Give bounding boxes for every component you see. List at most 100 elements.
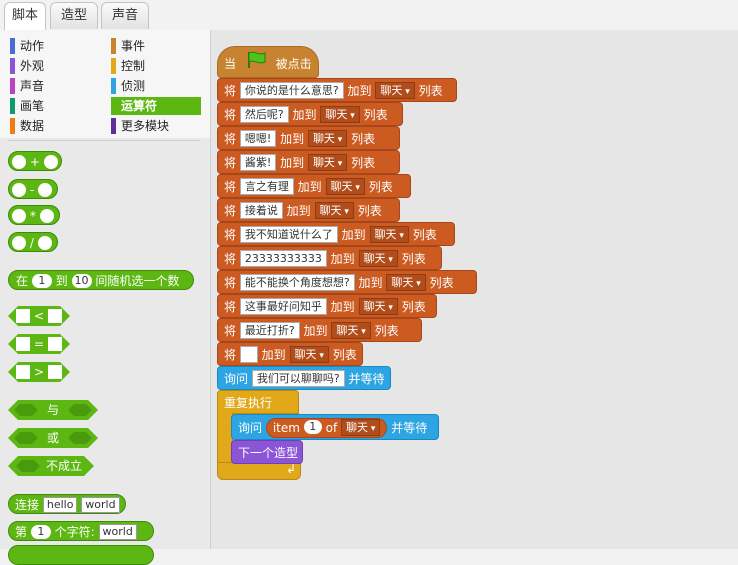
divide-block[interactable]: / bbox=[8, 232, 58, 252]
add-to-list-block[interactable]: 将 最近打折? 加到 聊天 列表 bbox=[217, 318, 422, 342]
list-dropdown[interactable]: 聊天 bbox=[325, 178, 365, 195]
tab-sounds[interactable]: 声音 bbox=[101, 2, 149, 29]
category-looks[interactable]: 外观 bbox=[10, 57, 90, 75]
less-than-block[interactable]: < bbox=[8, 306, 70, 326]
greater-than-block[interactable]: > bbox=[8, 362, 70, 382]
set-label: 将 bbox=[224, 132, 237, 146]
list-dropdown[interactable]: 聊天 bbox=[307, 154, 348, 171]
category-sensing[interactable]: 侦测 bbox=[111, 77, 201, 95]
list-label: 列表 bbox=[429, 276, 454, 290]
add-to-list-block[interactable]: 将 言之有理 加到 聊天 列表 bbox=[217, 174, 411, 198]
add-to-list-block[interactable]: 将 嗯嗯! 加到 聊天 列表 bbox=[217, 126, 400, 150]
forever-block[interactable]: 重复执行 bbox=[217, 390, 299, 414]
list-label: 列表 bbox=[401, 300, 426, 314]
item-text-input[interactable]: 接着说 bbox=[239, 202, 283, 219]
category-sound[interactable]: 声音 bbox=[10, 77, 90, 95]
editor-tabs: 脚本 造型 声音 bbox=[0, 0, 738, 31]
list-label: 列表 bbox=[368, 180, 393, 194]
or-block[interactable]: 或 bbox=[8, 428, 98, 448]
add-label: 加到 bbox=[358, 276, 383, 290]
and-block[interactable]: 与 bbox=[8, 400, 98, 420]
scripts-area[interactable]: 当 被点击 将 你说的是什么意思? 加到 聊天 列表将 然后呢? 加到 聊天 列… bbox=[211, 30, 738, 549]
set-label: 将 bbox=[224, 204, 237, 218]
category-more-blocks[interactable]: 更多模块 bbox=[111, 117, 201, 135]
list-label: 列表 bbox=[401, 252, 426, 266]
item-of-list-reporter[interactable]: item 1 of 聊天 bbox=[265, 417, 388, 438]
add-label: 加到 bbox=[261, 348, 286, 362]
set-label: 将 bbox=[224, 180, 237, 194]
set-label: 将 bbox=[224, 108, 237, 122]
add-to-list-block[interactable]: 将 我不知道说什么了 加到 聊天 列表 bbox=[217, 222, 455, 246]
join-block[interactable]: 连接 hello world bbox=[8, 494, 126, 514]
tab-scripts[interactable]: 脚本 bbox=[4, 2, 46, 31]
item-text-input[interactable]: 能不能换个角度想想? bbox=[239, 274, 355, 291]
add-to-list-block[interactable]: 将 23333333333 加到 聊天 列表 bbox=[217, 246, 442, 270]
item-text-input[interactable]: 最近打折? bbox=[239, 322, 300, 339]
add-to-list-block[interactable]: 将 接着说 加到 聊天 列表 bbox=[217, 198, 400, 222]
list-dropdown[interactable]: 聊天 bbox=[320, 106, 360, 123]
divider bbox=[8, 140, 200, 141]
random-block[interactable]: 在 1 到 10 间随机选一个数 bbox=[8, 270, 194, 290]
add-label: 加到 bbox=[280, 156, 305, 170]
item-text-input[interactable]: 我不知道说什么了 bbox=[239, 226, 338, 243]
list-dropdown[interactable]: 聊天 bbox=[331, 322, 371, 339]
category-operators[interactable]: 运算符 bbox=[111, 97, 201, 115]
item-text-input[interactable]: 言之有理 bbox=[239, 178, 294, 195]
green-flag-icon bbox=[246, 48, 268, 82]
ask-item-block[interactable]: 询问 item 1 of 聊天 并等待 bbox=[231, 414, 439, 440]
category-data[interactable]: 数据 bbox=[10, 117, 90, 135]
add-to-list-block[interactable]: 将 这事最好问知乎 加到 聊天 列表 bbox=[217, 294, 437, 318]
set-label: 将 bbox=[224, 324, 237, 338]
set-label: 将 bbox=[224, 300, 237, 314]
item-text-input[interactable]: 酱紫! bbox=[239, 154, 277, 171]
list-label: 列表 bbox=[418, 84, 443, 98]
add-to-list-block[interactable]: 将 加到 聊天 列表 bbox=[217, 342, 363, 366]
ask-and-wait-block[interactable]: 询问 我们可以聊聊吗? 并等待 bbox=[217, 366, 391, 390]
item-text-input[interactable]: 这事最好问知乎 bbox=[239, 298, 327, 315]
item-text-input[interactable]: 嗯嗯! bbox=[239, 130, 277, 147]
add-label: 加到 bbox=[303, 324, 328, 338]
add-label: 加到 bbox=[292, 108, 317, 122]
list-dropdown[interactable]: 聊天 bbox=[307, 130, 348, 147]
multiply-block[interactable]: * bbox=[8, 205, 60, 225]
category-pen[interactable]: 画笔 bbox=[10, 97, 90, 115]
add-to-list-block[interactable]: 将 你说的是什么意思? 加到 聊天 列表 bbox=[217, 78, 457, 102]
not-block[interactable]: 不成立 bbox=[8, 456, 94, 476]
category-list: 动作 事件 外观 控制 声音 侦测 画笔 运算符 数据 更多模块 bbox=[0, 30, 210, 138]
subtract-block[interactable]: - bbox=[8, 179, 58, 199]
length-block-partial[interactable] bbox=[8, 545, 154, 565]
add-to-list-block[interactable]: 将 然后呢? 加到 聊天 列表 bbox=[217, 102, 403, 126]
list-label: 列表 bbox=[332, 348, 357, 362]
ask-text-input[interactable]: 我们可以聊聊吗? bbox=[251, 370, 345, 387]
add-label: 加到 bbox=[297, 180, 322, 194]
list-label: 列表 bbox=[351, 132, 376, 146]
list-dropdown[interactable]: 聊天 bbox=[289, 346, 329, 363]
tab-costumes[interactable]: 造型 bbox=[50, 2, 98, 29]
add-to-list-block[interactable]: 将 能不能换个角度想想? 加到 聊天 列表 bbox=[217, 270, 477, 294]
add-block[interactable]: + bbox=[8, 151, 62, 171]
list-dropdown[interactable]: 聊天 bbox=[369, 226, 409, 243]
item-text-input[interactable]: 23333333333 bbox=[239, 250, 327, 267]
category-motion[interactable]: 动作 bbox=[10, 37, 90, 55]
letter-of-block[interactable]: 第 1 个字符: world bbox=[8, 521, 154, 541]
when-flag-clicked-block[interactable]: 当 被点击 bbox=[217, 46, 319, 78]
equals-block[interactable]: = bbox=[8, 334, 70, 354]
list-dropdown[interactable]: 聊天 bbox=[314, 202, 354, 219]
item-text-input[interactable]: 你说的是什么意思? bbox=[239, 82, 344, 99]
set-label: 将 bbox=[224, 156, 237, 170]
set-label: 将 bbox=[224, 228, 237, 242]
category-control[interactable]: 控制 bbox=[111, 57, 201, 75]
add-label: 加到 bbox=[330, 252, 355, 266]
add-to-list-block[interactable]: 将 酱紫! 加到 聊天 列表 bbox=[217, 150, 400, 174]
item-text-input[interactable]: 然后呢? bbox=[239, 106, 289, 123]
next-costume-block[interactable]: 下一个造型 bbox=[231, 440, 303, 464]
list-dropdown[interactable]: 聊天 bbox=[386, 274, 426, 291]
item-text-input[interactable] bbox=[239, 346, 258, 363]
set-label: 将 bbox=[224, 348, 237, 362]
list-dropdown[interactable]: 聊天 bbox=[358, 250, 398, 267]
list-label: 列表 bbox=[357, 204, 382, 218]
list-dropdown[interactable]: 聊天 bbox=[358, 298, 398, 315]
list-dropdown[interactable]: 聊天 bbox=[375, 82, 415, 99]
category-events[interactable]: 事件 bbox=[111, 37, 201, 55]
tab-scripts-label: 脚本 bbox=[11, 8, 38, 23]
